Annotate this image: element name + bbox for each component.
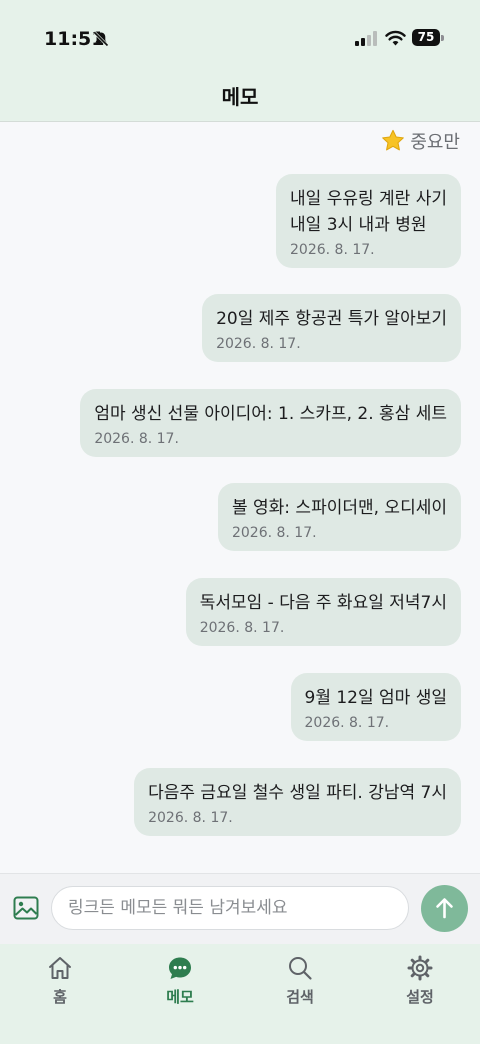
arrow-up-icon (436, 898, 453, 919)
memo-input[interactable] (51, 886, 409, 930)
memo-bubble[interactable]: 9월 12일 엄마 생일 2026. 8. 17. (290, 673, 461, 741)
tab-bar: 홈 메모 검색 설정 (0, 944, 480, 1044)
memo-bubble[interactable]: 볼 영화: 스파이더맨, 오디세이 2026. 8. 17. (217, 483, 461, 551)
image-attach-icon[interactable] (13, 896, 39, 920)
memo-text: 9월 12일 엄마 생일 (304, 688, 448, 708)
memo-text: 독서모임 - 다음 주 화요일 저녁7시 (199, 593, 447, 613)
memo-bubble[interactable]: 독서모임 - 다음 주 화요일 저녁7시 2026. 8. 17. (185, 578, 461, 646)
memo-date: 2026. 8. 17. (231, 525, 317, 541)
memo-text: 20일 제주 항공권 특가 알아보기 (216, 309, 447, 329)
memo-text: 내일 우유링 계란 사기 내일 3시 내과 병원 (290, 189, 447, 235)
status-bar: 11:51 75 (0, 0, 480, 76)
battery-icon (441, 35, 444, 41)
send-button[interactable] (421, 885, 468, 932)
important-only-toggle[interactable]: 중요만 (380, 128, 460, 154)
memo-bubble[interactable]: 내일 우유링 계란 사기 내일 3시 내과 병원 2026. 8. 17. (276, 174, 461, 268)
tab-memo[interactable]: 메모 (140, 954, 220, 1007)
filter-label: 중요만 (410, 132, 460, 153)
battery-level: 75 (412, 29, 440, 46)
memo-text: 볼 영화: 스파이더맨, 오디세이 (231, 498, 447, 518)
signal-icon (355, 31, 377, 46)
memo-bubble[interactable]: 다음주 금요일 철수 생일 파티. 강남역 7시 2026. 8. 17. (134, 768, 461, 836)
home-icon (49, 957, 71, 979)
tab-home[interactable]: 홈 (20, 954, 100, 1007)
tab-label: 설정 (406, 988, 434, 1006)
gear-icon (407, 955, 433, 981)
memo-text: 엄마 생신 선물 아이디어: 1. 스카프, 2. 홍삼 세트 (94, 404, 447, 424)
memo-bubble[interactable]: 20일 제주 항공권 특가 알아보기 2026. 8. 17. (202, 294, 461, 362)
page-title: 메모 (0, 76, 480, 122)
memo-date: 2026. 8. 17. (304, 715, 390, 731)
wifi-icon (385, 30, 406, 46)
tab-label: 메모 (166, 988, 194, 1006)
tab-label: 홈 (53, 988, 67, 1006)
memo-date: 2026. 8. 17. (94, 431, 179, 447)
tab-settings[interactable]: 설정 (380, 954, 460, 1007)
memo-bubble[interactable]: 엄마 생신 선물 아이디어: 1. 스카프, 2. 홍삼 세트 2026. 8.… (80, 389, 461, 457)
memo-date: 2026. 8. 17. (216, 336, 301, 352)
memo-date: 2026. 8. 17. (148, 810, 233, 826)
search-icon (289, 957, 312, 980)
memo-date: 2026. 8. 17. (199, 620, 285, 636)
bell-off-icon (93, 31, 109, 47)
star-icon (382, 129, 405, 151)
chat-icon (169, 957, 191, 979)
memo-date: 2026. 8. 17. (290, 242, 375, 258)
memo-text: 다음주 금요일 철수 생일 파티. 강남역 7시 (148, 783, 447, 803)
tab-search[interactable]: 검색 (260, 954, 340, 1007)
tab-label: 검색 (286, 988, 314, 1006)
